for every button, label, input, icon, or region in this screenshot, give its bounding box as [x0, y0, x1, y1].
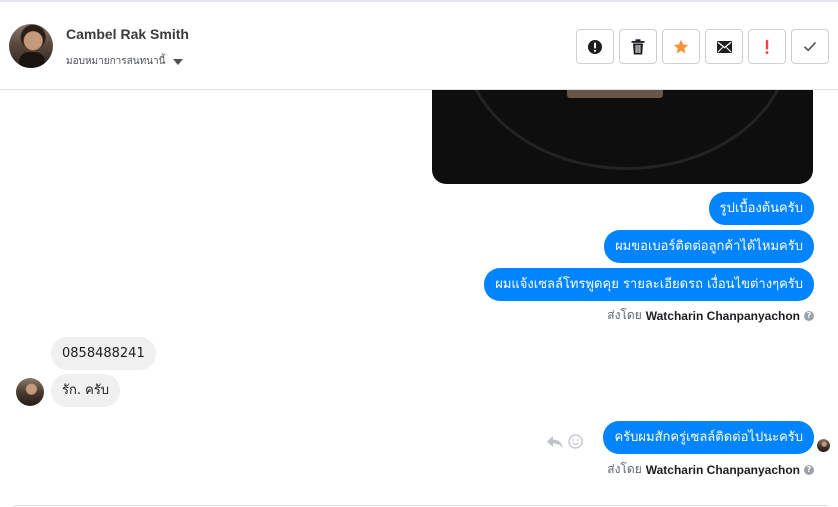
checkmark-icon [803, 41, 817, 52]
message-incoming[interactable]: 0858488241 [51, 337, 156, 370]
message-incoming[interactable]: รัก. ครับ [51, 374, 121, 407]
message-outgoing[interactable]: ครับผมสักครู่เซลล์ติดต่อไปนะครับ [603, 421, 814, 454]
follow-up-button[interactable] [748, 29, 786, 64]
sender-name[interactable]: Watcharin Chanpanyachon [646, 463, 800, 477]
conversation-header: Cambel Rak Smith มอบหมายการสนทนานี้ [0, 2, 838, 90]
seen-by-avatar [817, 439, 830, 452]
envelope-icon [716, 40, 732, 53]
mark-spam-button[interactable] [576, 29, 614, 64]
conversation-toolbar [576, 29, 829, 64]
reply-icon[interactable] [546, 435, 564, 449]
trash-icon [631, 38, 645, 54]
message-outgoing[interactable]: ผมขอเบอร์ติดต่อลูกค้าได้ไหมครับ [604, 230, 814, 263]
sent-by-prefix: ส่งโดย [607, 308, 642, 322]
help-icon[interactable]: ? [804, 310, 814, 321]
emoji-reaction-icon[interactable] [568, 434, 583, 449]
exclamation-icon [765, 39, 769, 54]
sent-by-label: ส่งโดย Watcharin Chanpanyachon ? [607, 306, 814, 325]
contact-avatar[interactable] [9, 24, 53, 68]
mark-done-button[interactable] [791, 29, 829, 64]
message-outgoing[interactable]: รูปเบื้องต้นครับ [708, 192, 814, 225]
photo-detail-plate [567, 90, 663, 98]
delete-button[interactable] [619, 29, 657, 64]
message-thread[interactable]: รูปเบื้องต้นครับ ผมขอเบอร์ติดต่อลูกค้าได… [0, 90, 838, 507]
sent-by-prefix: ส่งโดย [607, 462, 642, 476]
mark-unread-button[interactable] [705, 29, 743, 64]
sender-name[interactable]: Watcharin Chanpanyachon [646, 309, 800, 323]
assign-conversation-dropdown[interactable]: มอบหมายการสนทนานี้ [66, 54, 184, 69]
photo-detail [462, 90, 792, 170]
composer-divider [14, 505, 828, 506]
message-outgoing[interactable]: ผมแจ้งเซลล์โทรพูดคุย รายละเอียดรถ เงื่อน… [484, 268, 814, 301]
message-actions [546, 434, 583, 449]
star-button[interactable] [662, 29, 700, 64]
sent-by-label: ส่งโดย Watcharin Chanpanyachon ? [607, 460, 814, 479]
contact-avatar-small[interactable] [16, 378, 44, 406]
star-icon [673, 39, 689, 53]
contact-name[interactable]: Cambel Rak Smith [66, 26, 189, 42]
exclamation-circle-icon [588, 39, 602, 54]
assign-label: มอบหมายการสนทนานี้ [66, 56, 166, 67]
help-icon[interactable]: ? [804, 464, 814, 475]
caret-down-icon [173, 58, 184, 65]
shared-photo[interactable] [432, 90, 813, 184]
